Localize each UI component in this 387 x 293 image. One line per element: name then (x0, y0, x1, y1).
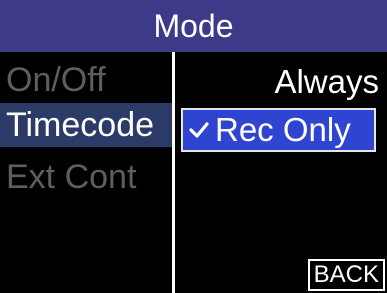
back-button-label: BACK (313, 261, 379, 288)
option-label: Rec Only (215, 111, 351, 148)
option-always[interactable]: Always (274, 60, 379, 104)
title-bar: Mode (0, 0, 387, 52)
option-list: Always Rec Only (175, 52, 387, 293)
menu-item-timecode[interactable]: Timecode (0, 103, 172, 147)
back-button[interactable]: BACK (307, 259, 385, 291)
menu-list: On/Off Timecode Ext Cont (0, 52, 172, 293)
page-title: Mode (153, 8, 234, 44)
menu-item-label: Timecode (6, 106, 155, 144)
menu-item-on-off[interactable]: On/Off (0, 58, 172, 102)
option-rec-only[interactable]: Rec Only (181, 108, 376, 152)
device-screen: Mode On/Off Timecode Ext Cont Always Rec… (0, 0, 387, 293)
option-label: Always (274, 63, 379, 100)
menu-item-ext-cont[interactable]: Ext Cont (0, 155, 172, 199)
menu-item-label: On/Off (6, 61, 106, 99)
menu-item-label: Ext Cont (6, 158, 137, 196)
checkmark-icon (189, 120, 209, 140)
